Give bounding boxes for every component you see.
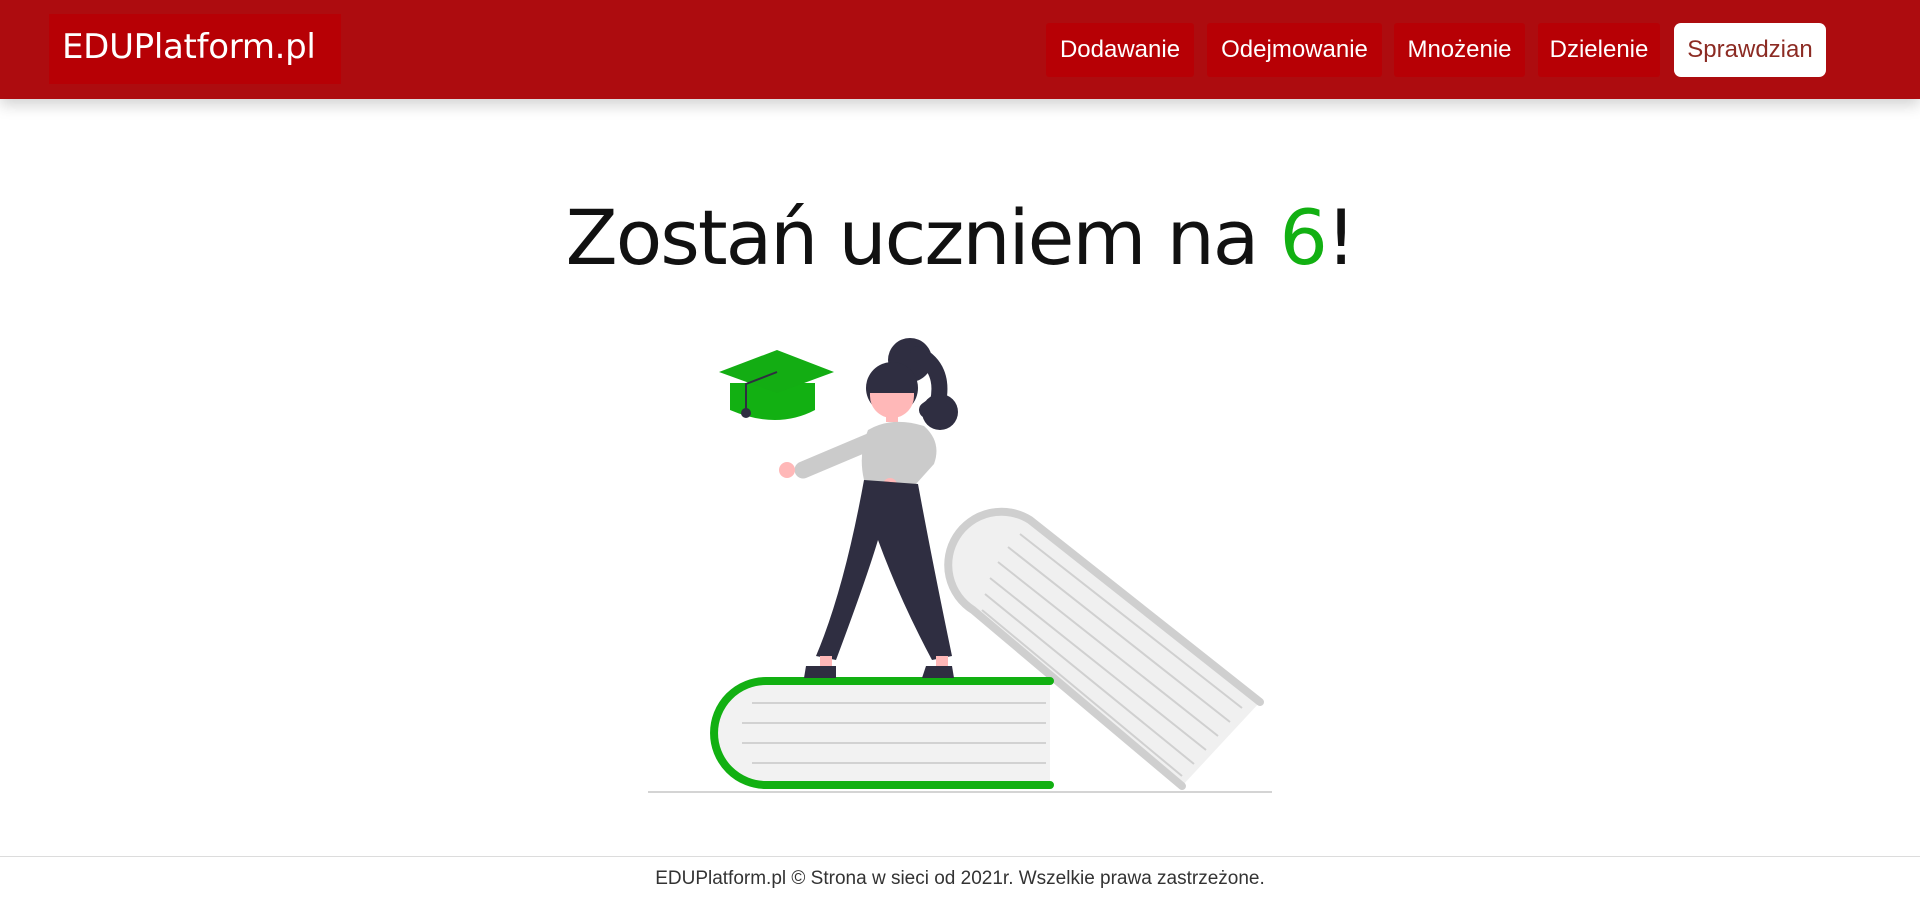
nav-item-mnozenie[interactable]: Mnożenie (1394, 23, 1525, 77)
hero-title-accent: 6 (1279, 193, 1328, 282)
lying-book-icon (710, 677, 1054, 789)
nav-item-odejmowanie[interactable]: Odejmowanie (1207, 23, 1382, 77)
hero-title: Zostań uczniem na 6! (0, 188, 1920, 288)
footer-divider (0, 856, 1920, 857)
graduation-cap-icon (719, 350, 834, 420)
hero-title-suffix: ! (1325, 193, 1357, 282)
graduation-illustration (640, 330, 1280, 805)
navbar: EDUPlatform.pl Dodawanie Odejmowanie Mno… (0, 0, 1920, 99)
nav-item-sprawdzian[interactable]: Sprawdzian (1674, 23, 1826, 77)
nav-item-dodawanie[interactable]: Dodawanie (1046, 23, 1194, 77)
footer-text: EDUPlatform.pl © Strona w sieci od 2021r… (655, 868, 1265, 889)
hero-title-prefix: Zostań uczniem na (565, 193, 1280, 282)
nav-item-dzielenie[interactable]: Dzielenie (1538, 23, 1660, 77)
brand-logo[interactable]: EDUPlatform.pl (49, 14, 341, 84)
